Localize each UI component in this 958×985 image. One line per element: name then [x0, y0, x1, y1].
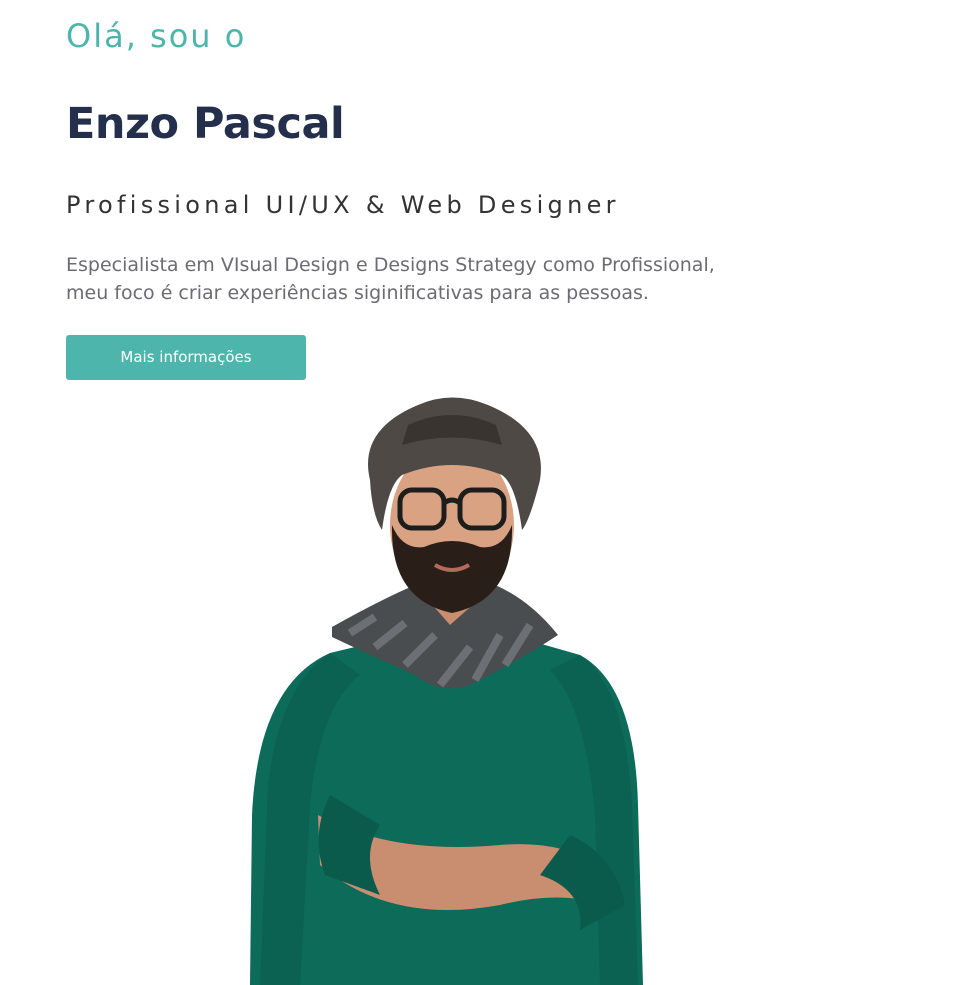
portrait-image — [250, 397, 643, 985]
hero-name: Enzo Pascal — [66, 99, 345, 149]
hero-role: Profissional UI/UX & Web Designer — [66, 191, 620, 219]
hero-description: Especialista em VIsual Design e Designs … — [66, 251, 856, 307]
hero-description-line-2: meu foco é criar experiências siginifica… — [66, 282, 649, 304]
hero-description-line-1: Especialista em VIsual Design e Designs … — [66, 254, 715, 276]
more-info-button[interactable]: Mais informações — [66, 335, 306, 380]
hero-greeting: Olá, sou o — [66, 17, 247, 55]
hero-section: Olá, sou o Enzo Pascal Profissional UI/U… — [0, 0, 958, 985]
